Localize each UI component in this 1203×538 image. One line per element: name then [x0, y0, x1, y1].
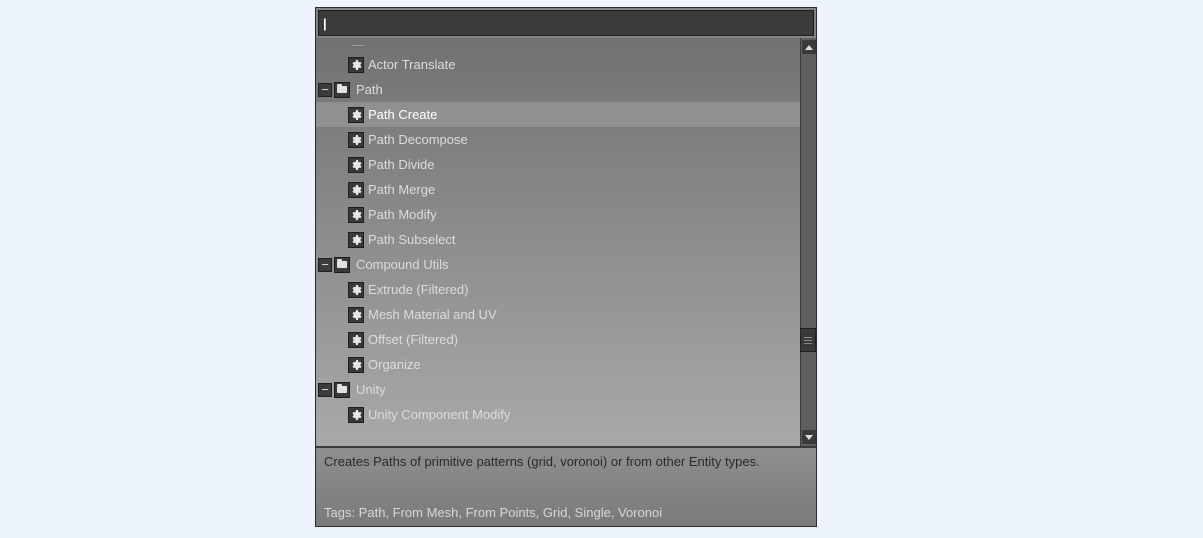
gear-icon: [348, 182, 364, 198]
item-actor-translate[interactable]: Actor Translate: [316, 52, 800, 77]
group-unity[interactable]: − Unity: [316, 377, 800, 402]
folder-icon: [334, 257, 350, 273]
node-picker-panel: | ── Actor Translate − Path Pa: [315, 7, 817, 527]
folder-icon: [334, 382, 350, 398]
info-tags: Tags: Path, From Mesh, From Points, Grid…: [324, 505, 808, 520]
group-label: Unity: [356, 382, 386, 397]
scroll-thumb[interactable]: [800, 328, 816, 352]
search-input[interactable]: [327, 16, 809, 31]
item-mesh-material-uv[interactable]: Mesh Material and UV: [316, 302, 800, 327]
gear-icon: [348, 157, 364, 173]
group-compound-utils[interactable]: − Compound Utils: [316, 252, 800, 277]
ellipsis-indicator: ──: [316, 40, 800, 52]
item-label: Path Create: [368, 107, 437, 122]
gear-icon: [348, 282, 364, 298]
tree-content: ── Actor Translate − Path Path Create: [316, 38, 800, 446]
item-path-decompose[interactable]: Path Decompose: [316, 127, 800, 152]
item-unity-component-modify[interactable]: Unity Component Modify: [316, 402, 800, 427]
item-path-merge[interactable]: Path Merge: [316, 177, 800, 202]
item-offset-filtered[interactable]: Offset (Filtered): [316, 327, 800, 352]
group-label: Compound Utils: [356, 257, 449, 272]
gear-icon: [348, 207, 364, 223]
item-label: Path Divide: [368, 157, 434, 172]
item-path-divide[interactable]: Path Divide: [316, 152, 800, 177]
item-label: Path Modify: [368, 207, 437, 222]
collapse-toggle[interactable]: −: [318, 258, 332, 272]
gear-icon: [348, 307, 364, 323]
folder-icon: [334, 82, 350, 98]
item-label: Offset (Filtered): [368, 332, 458, 347]
item-label: Organize: [368, 357, 421, 372]
item-label: Actor Translate: [368, 57, 455, 72]
item-organize[interactable]: Organize: [316, 352, 800, 377]
item-label: Mesh Material and UV: [368, 307, 497, 322]
scroll-down-button[interactable]: [802, 430, 816, 444]
vertical-scrollbar[interactable]: [800, 38, 816, 446]
gear-icon: [348, 132, 364, 148]
group-label: Path: [356, 82, 383, 97]
gear-icon: [348, 357, 364, 373]
collapse-toggle[interactable]: −: [318, 83, 332, 97]
item-label: Path Merge: [368, 182, 435, 197]
item-path-modify[interactable]: Path Modify: [316, 202, 800, 227]
gear-icon: [348, 407, 364, 423]
collapse-toggle[interactable]: −: [318, 383, 332, 397]
item-path-subselect[interactable]: Path Subselect: [316, 227, 800, 252]
gear-icon: [348, 57, 364, 73]
group-path[interactable]: − Path: [316, 77, 800, 102]
item-extrude-filtered[interactable]: Extrude (Filtered): [316, 277, 800, 302]
info-description: Creates Paths of primitive patterns (gri…: [324, 454, 808, 469]
gear-icon: [348, 107, 364, 123]
tree-area: ── Actor Translate − Path Path Create: [316, 38, 816, 446]
item-path-create[interactable]: Path Create: [316, 102, 800, 127]
info-panel: Creates Paths of primitive patterns (gri…: [316, 446, 816, 526]
gear-icon: [348, 232, 364, 248]
item-label: Path Subselect: [368, 232, 455, 247]
item-label: Unity Component Modify: [368, 407, 510, 422]
item-label: Extrude (Filtered): [368, 282, 468, 297]
item-label: Path Decompose: [368, 132, 468, 147]
search-bar[interactable]: |: [318, 10, 814, 36]
gear-icon: [348, 332, 364, 348]
scroll-up-button[interactable]: [802, 40, 816, 54]
